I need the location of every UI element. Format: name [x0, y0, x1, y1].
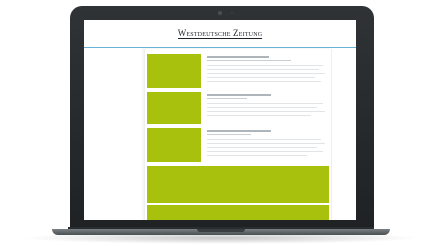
article-headline[interactable] — [207, 94, 271, 96]
article-list — [144, 49, 332, 220]
article-subline — [207, 60, 291, 61]
laptop-screen: Westdeutsche Zeitung — [84, 20, 356, 220]
article-text-line — [207, 111, 325, 112]
ad-banner[interactable] — [147, 166, 329, 203]
article-text-line — [207, 115, 311, 116]
article-text-line — [207, 73, 325, 74]
article-headline[interactable] — [207, 130, 271, 132]
camera-icon — [218, 11, 222, 15]
article-text-line — [207, 151, 323, 152]
article-text-line — [207, 147, 317, 148]
article-subline — [207, 98, 247, 99]
newspaper-masthead[interactable]: Westdeutsche Zeitung — [84, 20, 356, 46]
article-text-line — [207, 103, 323, 104]
article-subline — [207, 134, 251, 135]
article-thumbnail[interactable] — [147, 128, 201, 162]
article-text-line — [207, 155, 307, 156]
article-text-line — [207, 143, 325, 144]
article-teaser-3[interactable] — [147, 128, 331, 162]
article-text-line — [207, 81, 321, 82]
newspaper-title[interactable]: Westdeutsche Zeitung — [177, 28, 263, 39]
article-text-line — [207, 65, 323, 66]
article-headline[interactable] — [207, 56, 269, 58]
ad-banner-lower[interactable] — [147, 205, 329, 220]
article-thumbnail[interactable] — [147, 54, 201, 88]
article-text-line — [207, 77, 315, 78]
article-thumbnail[interactable] — [147, 92, 201, 124]
article-text-line — [207, 107, 317, 108]
laptop-opening-notch — [197, 229, 245, 232]
article-text-line — [207, 139, 321, 140]
article-teaser-2[interactable] — [147, 92, 331, 124]
camera-sensor — [231, 12, 233, 14]
article-text-line — [207, 69, 319, 70]
article-teaser-1[interactable] — [147, 54, 331, 88]
